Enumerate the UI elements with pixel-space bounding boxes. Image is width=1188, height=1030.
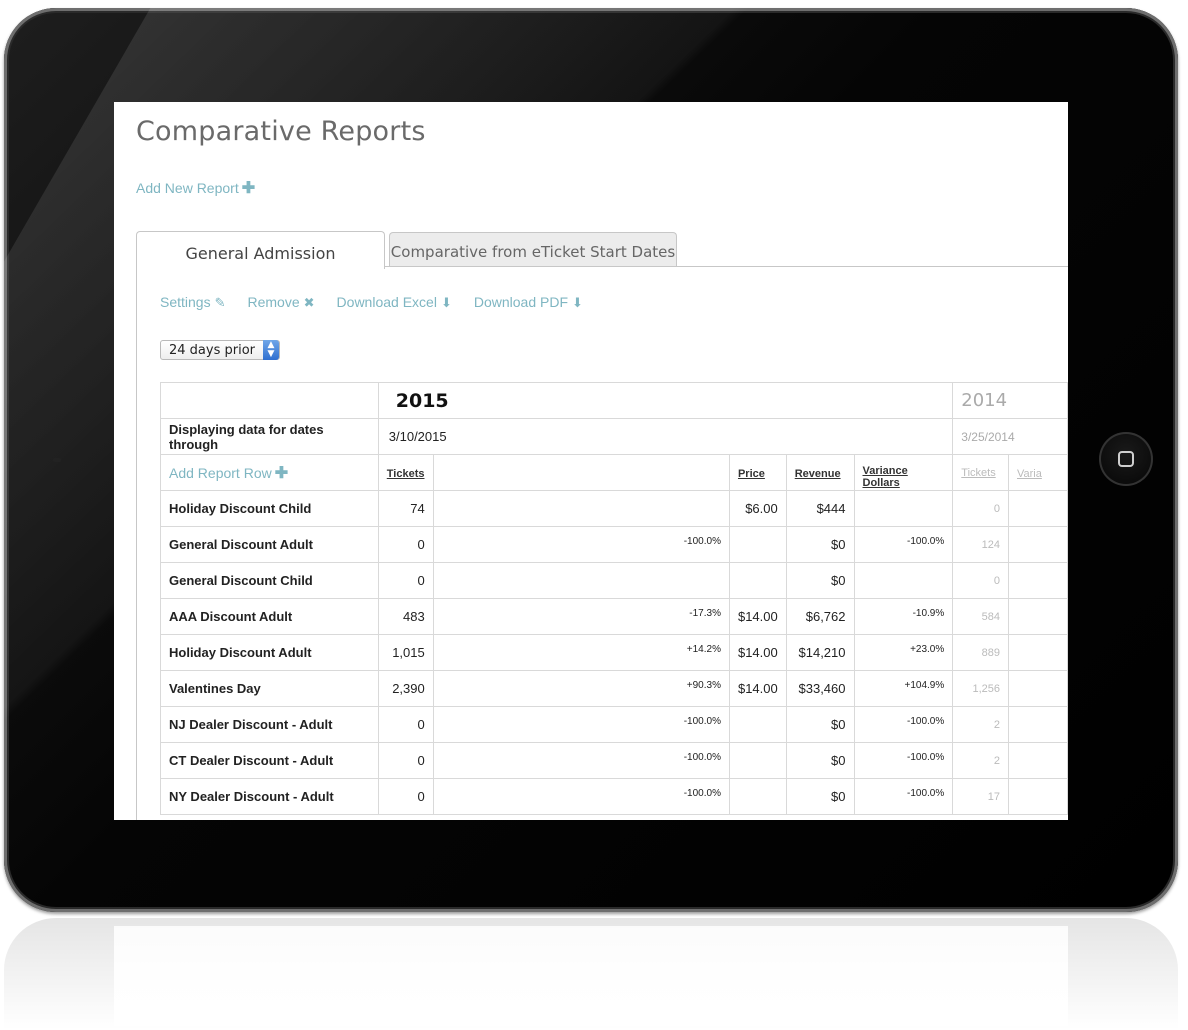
- download-pdf-label: Download PDF: [473, 294, 568, 310]
- table-row: AAA Discount Adult 483 -17.3% $14.00 $6,…: [160, 598, 1068, 635]
- table-row: Holiday Discount Adult 1,015 +14.2% $14.…: [160, 634, 1068, 671]
- add-new-report-link[interactable]: Add New Report ✚: [136, 178, 255, 198]
- plus-icon: ✚: [274, 464, 289, 482]
- table-row: NY Dealer Discount - Adult 0 -100.0% $0 …: [160, 778, 1068, 815]
- dates-label: Displaying data for dates through: [160, 418, 379, 455]
- select-arrows-icon: ▲ ▼: [263, 340, 279, 360]
- download-icon: ⬇: [440, 295, 452, 310]
- home-button[interactable]: [1099, 432, 1153, 486]
- download-excel-link[interactable]: Download Excel ⬇: [337, 294, 452, 311]
- add-report-row-link[interactable]: Add Report Row ✚: [160, 454, 379, 491]
- remove-label: Remove: [247, 294, 300, 310]
- download-excel-label: Download Excel: [336, 294, 437, 310]
- table-row: CT Dealer Discount - Adult 0 -100.0% $0 …: [160, 742, 1068, 779]
- edit-icon: ✎: [214, 295, 226, 310]
- table-row: General Discount Child 0 $0 0: [160, 562, 1068, 599]
- header-tickets[interactable]: Tickets: [387, 468, 425, 480]
- download-pdf-link[interactable]: Download PDF ⬇: [474, 294, 583, 311]
- header-variance-dollars[interactable]: Variance Dollars: [863, 465, 908, 489]
- table-row: NJ Dealer Discount - Adult 0 -100.0% $0 …: [160, 706, 1068, 743]
- days-prior-select[interactable]: 24 days prior ▲ ▼: [160, 340, 280, 360]
- add-report-row-label: Add Report Row: [169, 464, 272, 481]
- page-title: Comparative Reports: [136, 116, 426, 147]
- remove-link[interactable]: Remove ✖: [248, 294, 315, 311]
- plus-icon: ✚: [241, 180, 256, 197]
- comparative-table: 2015 2014 Displaying data for dates thro…: [160, 382, 1068, 815]
- tab-comparative-eticket[interactable]: Comparative from eTicket Start Dates: [389, 232, 677, 266]
- download-icon: ⬇: [572, 295, 583, 310]
- settings-link[interactable]: Settings ✎: [160, 294, 226, 311]
- table-dates-row: Displaying data for dates through 3/10/2…: [160, 418, 1068, 455]
- front-camera: [53, 458, 61, 462]
- close-icon: ✖: [303, 295, 315, 310]
- days-prior-value: 24 days prior: [169, 343, 255, 358]
- header-tickets-previous[interactable]: Tickets: [961, 467, 995, 479]
- table-row: Holiday Discount Child 74 $6.00 $444 0: [160, 490, 1068, 527]
- tab-general-admission[interactable]: General Admission: [136, 231, 385, 269]
- report-actions: Settings ✎ Remove ✖ Download Excel ⬇ Downlo…: [160, 294, 583, 311]
- date-previous: 3/25/2014: [952, 418, 1068, 455]
- date-current: 3/10/2015: [377, 418, 954, 455]
- year-current: 2015: [395, 389, 449, 412]
- report-tabs: General Admission Comparative from eTick…: [136, 231, 1068, 269]
- year-previous: 2014: [961, 390, 1008, 411]
- screen: Comparative Reports Add New Report ✚ Gene…: [114, 102, 1068, 820]
- home-square-icon: [1118, 451, 1134, 467]
- table-row: Valentines Day 2,390 +90.3% $14.00 $33,4…: [160, 670, 1068, 707]
- table-header-row: Add Report Row ✚ Tickets Price Revenue Va…: [160, 454, 1068, 491]
- settings-label: Settings: [160, 294, 211, 310]
- table-row: General Discount Adult 0 -100.0% $0 -100…: [160, 526, 1068, 563]
- header-variance-previous[interactable]: Varia: [1017, 468, 1042, 480]
- header-price[interactable]: Price: [738, 468, 765, 480]
- tablet-reflection: [4, 918, 1178, 1030]
- table-year-row: 2015 2014: [160, 382, 1068, 419]
- add-new-report-label: Add New Report: [136, 180, 239, 196]
- header-revenue[interactable]: Revenue: [795, 468, 841, 480]
